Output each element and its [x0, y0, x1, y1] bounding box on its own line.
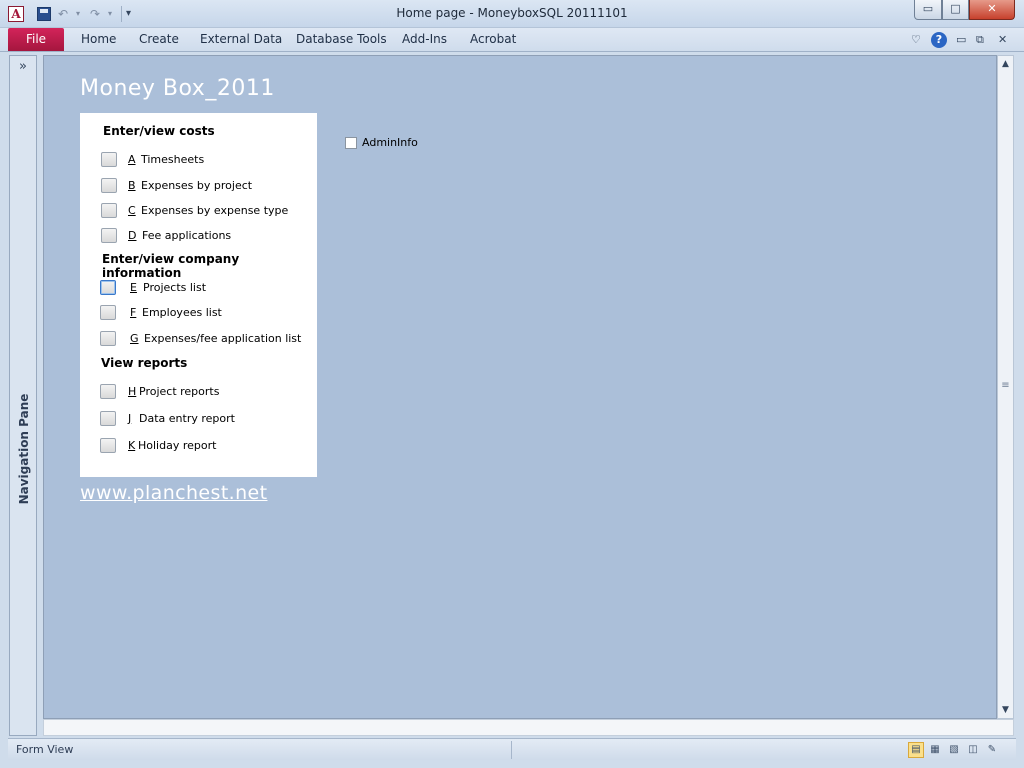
menu-item-button[interactable] [101, 152, 117, 167]
ribbon-tab-bar: File Home Create External Data Database … [0, 28, 1024, 52]
checkbox[interactable] [345, 137, 357, 149]
menu-item-label: Expenses by expense type [141, 204, 289, 217]
scroll-down-icon[interactable]: ▼ [998, 702, 1013, 718]
shortcut-key: E [130, 281, 137, 294]
tab-database-tools[interactable]: Database Tools [296, 28, 387, 51]
tab-add-ins[interactable]: Add-Ins [402, 28, 447, 51]
menu-item-button[interactable] [101, 203, 117, 218]
switchboard-menu: Enter/view costs A Timesheets B Expenses… [80, 113, 317, 477]
shortcut-key: K [128, 439, 136, 452]
menu-item-label: Projects list [143, 281, 207, 294]
expand-navigation-icon[interactable]: » [10, 58, 36, 76]
section-heading-reports: View reports [101, 356, 188, 370]
title-bar: A ↶ ▾ ↷ ▾ ▾ Home page - MoneyboxSQL 2011… [0, 0, 1024, 28]
menu-item-project-reports[interactable]: H Project reports [100, 383, 300, 401]
menu-item-label: Expenses/fee application list [144, 332, 302, 345]
tab-create[interactable]: Create [139, 28, 179, 51]
tab-external-data[interactable]: External Data [200, 28, 282, 51]
navigation-pane[interactable]: » Navigation Pane [9, 55, 37, 736]
menu-item-label: Timesheets [141, 153, 205, 166]
menu-item-fee-applications[interactable]: D Fee applications [101, 227, 301, 245]
menu-item-button[interactable] [100, 280, 116, 295]
document-minimize-icon[interactable]: ▭ [956, 33, 966, 47]
menu-item-button[interactable] [100, 411, 116, 426]
scroll-up-icon[interactable]: ▲ [998, 56, 1013, 72]
minimize-button[interactable]: ▭ [914, 0, 942, 20]
tab-home[interactable]: Home [81, 28, 116, 51]
help-icon[interactable]: ? [931, 32, 947, 48]
form-view-icon[interactable]: ▤ [908, 742, 924, 758]
menu-item-projects-list[interactable]: E Projects list [100, 279, 300, 297]
tab-file[interactable]: File [8, 28, 64, 51]
shortcut-key: H [128, 385, 137, 398]
document-restore-icon[interactable]: ⧉ [976, 33, 984, 47]
datasheet-view-icon[interactable]: ▦ [927, 742, 943, 758]
menu-item-label: Expenses by project [141, 179, 253, 192]
menu-item-data-entry-report[interactable]: J Data entry report [100, 410, 300, 428]
shortcut-key: J [128, 412, 132, 425]
shortcut-key: F [130, 306, 137, 319]
menu-item-button[interactable] [100, 331, 116, 346]
status-text: Form View [16, 743, 74, 756]
menu-item-label: Fee applications [142, 229, 232, 242]
status-divider [511, 741, 512, 759]
close-button[interactable]: ✕ [969, 0, 1015, 20]
form-title: Money Box_2011 [80, 76, 275, 101]
shortcut-key: D [128, 229, 137, 242]
menu-item-button[interactable] [100, 438, 116, 453]
navigation-pane-label[interactable]: Navigation Pane [17, 389, 31, 509]
menu-item-expenses-by-type[interactable]: C Expenses by expense type [101, 202, 301, 220]
menu-item-employees-list[interactable]: F Employees list [100, 304, 300, 322]
menu-item-timesheets[interactable]: A Timesheets [101, 151, 301, 169]
menu-item-label: Data entry report [139, 412, 235, 425]
tab-acrobat[interactable]: Acrobat [470, 28, 516, 51]
shortcut-key: A [128, 153, 136, 166]
menu-item-label: Employees list [142, 306, 222, 319]
menu-item-button[interactable] [100, 384, 116, 399]
section-heading-company: Enter/view company information [102, 252, 240, 280]
pivot-view-icon[interactable]: ◫ [965, 742, 981, 758]
menu-item-expenses-by-project[interactable]: B Expenses by project [101, 177, 301, 195]
shortcut-key: B [128, 179, 136, 192]
status-bar: Form View ▤ ▦ ▧ ◫ ✎ [8, 738, 1016, 760]
section-heading-costs: Enter/view costs [103, 124, 215, 138]
design-view-icon[interactable]: ✎ [984, 742, 1000, 758]
menu-item-button[interactable] [100, 305, 116, 320]
horizontal-scrollbar[interactable] [43, 719, 1014, 736]
scroll-thumb[interactable]: ≡ [999, 378, 1012, 394]
vertical-scrollbar[interactable]: ▲ ≡ ▼ [997, 55, 1014, 719]
menu-item-holiday-report[interactable]: K Holiday report [100, 437, 300, 455]
document-close-icon[interactable]: ✕ [998, 33, 1007, 47]
menu-item-expenses-fee-list[interactable]: G Expenses/fee application list [100, 330, 310, 348]
menu-item-button[interactable] [101, 228, 117, 243]
website-link[interactable]: www.planchest.net [80, 482, 268, 504]
minimize-ribbon-icon[interactable]: ♡ [911, 33, 921, 47]
menu-item-button[interactable] [101, 178, 117, 193]
maximize-button[interactable]: □ [942, 0, 969, 20]
checkbox-label: AdminInfo [362, 136, 418, 149]
shortcut-key: C [128, 204, 136, 217]
shortcut-key: G [130, 332, 139, 345]
window-title: Home page - MoneyboxSQL 20111101 [396, 6, 628, 20]
menu-item-label: Project reports [139, 385, 220, 398]
menu-item-label: Holiday report [138, 439, 217, 452]
layout-view-icon[interactable]: ▧ [946, 742, 962, 758]
